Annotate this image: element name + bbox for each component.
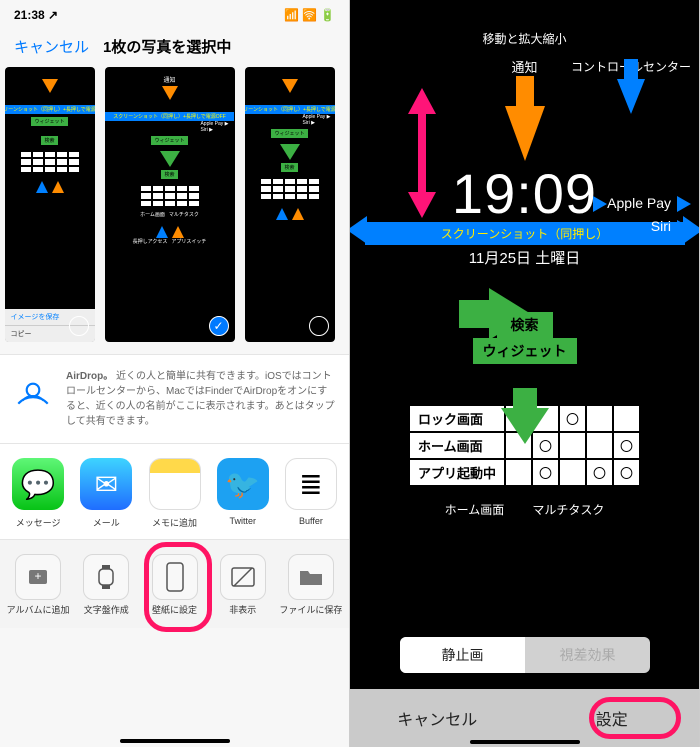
lock-date: 11月25日 土曜日 [469, 247, 580, 268]
search-arrow-icon [501, 408, 549, 444]
home-indicator[interactable] [120, 739, 230, 743]
page-title: 1枚の写真を選択中 [103, 36, 231, 57]
widget-label: ウィジェット [473, 338, 577, 364]
cc-arrow-icon [617, 79, 645, 114]
airdrop-description: AirDrop。 近くの人と簡単に共有できます。iOSではコントロールセンターか… [66, 369, 337, 429]
thumbnail-2[interactable]: スクリーンショット（同押し）+長押しで電源OFF Apple Pay ▶Siri… [245, 67, 335, 342]
notif-arrow-icon [505, 106, 545, 161]
wifi-icon: 🛜 [302, 8, 317, 22]
wallpaper-icon [152, 554, 198, 600]
bottom-labels: ホーム画面 マルチタスク [445, 503, 605, 517]
watch-icon [83, 554, 129, 600]
thumbnail-1[interactable]: 通知 スクリーンショット（同押し）+長押しで電源OFF Apple Pay ▶S… [105, 67, 235, 342]
twitter-icon: 🐦 [217, 458, 269, 510]
signal-icon: 📶 [284, 8, 299, 22]
selection-circle[interactable] [69, 316, 89, 336]
share-buffer[interactable]: ≣Buffer [277, 458, 345, 529]
status-time: 21:38 [14, 8, 45, 22]
thumbnail-row: スクリーンショット（同押し）+長押しで電源OFF ウィジェット 検索 イメージを… [0, 67, 349, 354]
still-option[interactable]: 静止画 [400, 637, 525, 673]
move-scale-arrow [408, 88, 432, 218]
mail-icon: ✉︎ [80, 458, 132, 510]
share-twitter[interactable]: 🐦Twitter [209, 458, 277, 529]
side-labels: Apple Pay Siri [559, 195, 691, 236]
selection-circle-checked[interactable]: ✓ [209, 316, 229, 336]
preview-footer: キャンセル 設定 [350, 689, 699, 747]
set-button[interactable]: 設定 [525, 689, 700, 747]
selection-circle[interactable] [309, 316, 329, 336]
svg-text:+: + [35, 569, 42, 583]
airdrop-icon [12, 369, 54, 411]
add-to-album-action[interactable]: +アルバムに追加 [4, 554, 72, 616]
folder-icon [288, 554, 334, 600]
perspective-option[interactable]: 視差効果 [525, 637, 650, 673]
search-label: 検索 [497, 312, 553, 338]
location-icon: ↗ [48, 8, 58, 22]
action-row: +アルバムに追加 文字盤作成 壁紙に設定 非表示 ファイルに保存 [0, 539, 349, 628]
perspective-toggle[interactable]: 静止画 視差効果 [400, 637, 650, 673]
set-wallpaper-action[interactable]: 壁紙に設定 [140, 554, 208, 616]
share-messages[interactable]: 💬メッセージ [4, 458, 72, 529]
control-center-label: コントロールセンター [571, 58, 691, 114]
app-share-row: 💬メッセージ ✉︎メール メモに追加 🐦Twitter ≣Buffer [0, 444, 349, 539]
search-arrow-block: 検索 [497, 382, 553, 444]
cancel-button[interactable]: キャンセル [14, 36, 89, 57]
create-watchface-action[interactable]: 文字盤作成 [72, 554, 140, 616]
notes-icon [149, 458, 201, 510]
cancel-button[interactable]: キャンセル [350, 689, 525, 747]
battery-icon: 🔋 [320, 8, 335, 22]
hide-icon [220, 554, 266, 600]
home-indicator[interactable] [470, 740, 580, 744]
thumbnail-0[interactable]: スクリーンショット（同押し）+長押しで電源OFF ウィジェット 検索 イメージを… [5, 67, 95, 342]
notification-label: 通知 [511, 57, 537, 76]
share-notes[interactable]: メモに追加 [140, 458, 208, 529]
share-mail[interactable]: ✉︎メール [72, 458, 140, 529]
preview-caption: 移動と拡大縮小 [482, 30, 566, 47]
share-header: キャンセル 1枚の写真を選択中 [0, 30, 349, 67]
messages-icon: 💬 [12, 458, 64, 510]
album-icon: + [15, 554, 61, 600]
hide-action[interactable]: 非表示 [209, 554, 277, 616]
buffer-icon: ≣ [285, 458, 337, 510]
save-to-files-action[interactable]: ファイルに保存 [277, 554, 345, 616]
airdrop-section[interactable]: AirDrop。 近くの人と簡単に共有できます。iOSではコントロールセンターか… [0, 354, 349, 444]
status-bar: 21:38 ↗ 📶🛜🔋 [0, 0, 349, 30]
